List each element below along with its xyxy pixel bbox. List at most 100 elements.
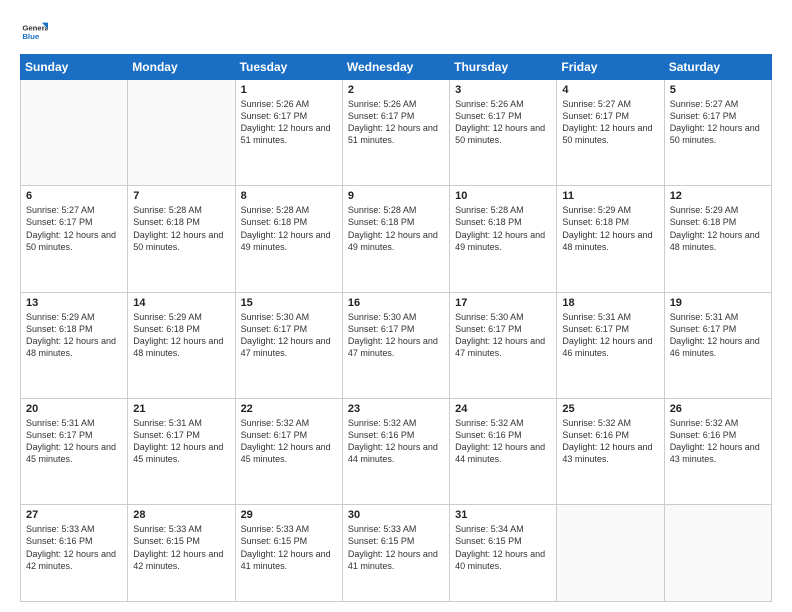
calendar-cell: 12 Sunrise: 5:29 AM Sunset: 6:18 PM Dayli… (664, 186, 771, 292)
calendar-cell: 21 Sunrise: 5:31 AM Sunset: 6:17 PM Dayli… (128, 398, 235, 504)
day-number: 19 (670, 297, 766, 309)
calendar-cell: 5 Sunrise: 5:27 AM Sunset: 6:17 PM Daylig… (664, 80, 771, 186)
day-number: 25 (562, 403, 658, 415)
day-number: 16 (348, 297, 444, 309)
day-number: 13 (26, 297, 122, 309)
calendar-cell: 27 Sunrise: 5:33 AM Sunset: 6:16 PM Dayli… (21, 505, 128, 602)
day-info: Sunrise: 5:27 AM Sunset: 6:17 PM Dayligh… (562, 98, 658, 147)
calendar-cell: 26 Sunrise: 5:32 AM Sunset: 6:16 PM Dayli… (664, 398, 771, 504)
day-number: 10 (455, 190, 551, 202)
day-number: 11 (562, 190, 658, 202)
day-info: Sunrise: 5:33 AM Sunset: 6:15 PM Dayligh… (133, 523, 229, 572)
day-info: Sunrise: 5:32 AM Sunset: 6:16 PM Dayligh… (348, 417, 444, 466)
day-info: Sunrise: 5:28 AM Sunset: 6:18 PM Dayligh… (455, 204, 551, 253)
day-number: 17 (455, 297, 551, 309)
calendar-cell: 13 Sunrise: 5:29 AM Sunset: 6:18 PM Dayli… (21, 292, 128, 398)
day-number: 4 (562, 84, 658, 96)
day-number: 24 (455, 403, 551, 415)
calendar-cell: 4 Sunrise: 5:27 AM Sunset: 6:17 PM Daylig… (557, 80, 664, 186)
calendar-cell (557, 505, 664, 602)
day-number: 3 (455, 84, 551, 96)
day-info: Sunrise: 5:31 AM Sunset: 6:17 PM Dayligh… (133, 417, 229, 466)
calendar-cell: 25 Sunrise: 5:32 AM Sunset: 6:16 PM Dayli… (557, 398, 664, 504)
day-info: Sunrise: 5:33 AM Sunset: 6:15 PM Dayligh… (241, 523, 337, 572)
calendar-cell: 14 Sunrise: 5:29 AM Sunset: 6:18 PM Dayli… (128, 292, 235, 398)
day-number: 31 (455, 509, 551, 521)
calendar-week-4: 20 Sunrise: 5:31 AM Sunset: 6:17 PM Dayli… (21, 398, 772, 504)
day-number: 18 (562, 297, 658, 309)
day-number: 2 (348, 84, 444, 96)
day-number: 7 (133, 190, 229, 202)
day-number: 1 (241, 84, 337, 96)
day-number: 22 (241, 403, 337, 415)
day-info: Sunrise: 5:26 AM Sunset: 6:17 PM Dayligh… (241, 98, 337, 147)
day-number: 26 (670, 403, 766, 415)
calendar-cell: 28 Sunrise: 5:33 AM Sunset: 6:15 PM Dayli… (128, 505, 235, 602)
day-info: Sunrise: 5:26 AM Sunset: 6:17 PM Dayligh… (455, 98, 551, 147)
day-info: Sunrise: 5:33 AM Sunset: 6:16 PM Dayligh… (26, 523, 122, 572)
day-number: 27 (26, 509, 122, 521)
day-number: 29 (241, 509, 337, 521)
calendar-cell: 24 Sunrise: 5:32 AM Sunset: 6:16 PM Dayli… (450, 398, 557, 504)
calendar-cell: 30 Sunrise: 5:33 AM Sunset: 6:15 PM Dayli… (342, 505, 449, 602)
day-number: 23 (348, 403, 444, 415)
day-number: 14 (133, 297, 229, 309)
day-number: 6 (26, 190, 122, 202)
day-info: Sunrise: 5:30 AM Sunset: 6:17 PM Dayligh… (455, 311, 551, 360)
day-info: Sunrise: 5:27 AM Sunset: 6:17 PM Dayligh… (26, 204, 122, 253)
calendar-cell: 9Sunrise: 5:28 AM Sunset: 6:18 PM Daylig… (342, 186, 449, 292)
day-number: 9 (348, 190, 444, 202)
day-info: Sunrise: 5:29 AM Sunset: 6:18 PM Dayligh… (133, 311, 229, 360)
day-info: Sunrise: 5:33 AM Sunset: 6:15 PM Dayligh… (348, 523, 444, 572)
calendar-cell: 3 Sunrise: 5:26 AM Sunset: 6:17 PM Daylig… (450, 80, 557, 186)
col-header-monday: Monday (128, 55, 235, 80)
day-info: Sunrise: 5:28 AM Sunset: 6:18 PM Dayligh… (133, 204, 229, 253)
calendar-week-1: 1 Sunrise: 5:26 AM Sunset: 6:17 PM Daylig… (21, 80, 772, 186)
day-number: 30 (348, 509, 444, 521)
day-number: 15 (241, 297, 337, 309)
calendar-week-3: 13 Sunrise: 5:29 AM Sunset: 6:18 PM Dayli… (21, 292, 772, 398)
day-info: Sunrise: 5:32 AM Sunset: 6:16 PM Dayligh… (670, 417, 766, 466)
day-info: Sunrise: 5:27 AM Sunset: 6:17 PM Dayligh… (670, 98, 766, 147)
calendar-cell (128, 80, 235, 186)
calendar-cell: 10 Sunrise: 5:28 AM Sunset: 6:18 PM Dayli… (450, 186, 557, 292)
page: General Blue SundayMondayTuesdayWednesda… (0, 0, 792, 612)
day-info: Sunrise: 5:31 AM Sunset: 6:17 PM Dayligh… (562, 311, 658, 360)
logo: General Blue (20, 18, 52, 46)
day-number: 5 (670, 84, 766, 96)
day-info: Sunrise: 5:26 AM Sunset: 6:17 PM Dayligh… (348, 98, 444, 147)
day-number: 21 (133, 403, 229, 415)
day-info: Sunrise: 5:30 AM Sunset: 6:17 PM Dayligh… (241, 311, 337, 360)
calendar-cell: 20Sunrise: 5:31 AM Sunset: 6:17 PM Dayli… (21, 398, 128, 504)
day-number: 20 (26, 403, 122, 415)
day-number: 28 (133, 509, 229, 521)
calendar-cell: 11 Sunrise: 5:29 AM Sunset: 6:18 PM Dayli… (557, 186, 664, 292)
day-info: Sunrise: 5:28 AM Sunset: 6:18 PM Dayligh… (241, 204, 337, 253)
col-header-friday: Friday (557, 55, 664, 80)
day-number: 12 (670, 190, 766, 202)
calendar-cell: 29 Sunrise: 5:33 AM Sunset: 6:15 PM Dayli… (235, 505, 342, 602)
calendar-cell: 19 Sunrise: 5:31 AM Sunset: 6:17 PM Dayli… (664, 292, 771, 398)
calendar-cell (21, 80, 128, 186)
calendar-cell: 16 Sunrise: 5:30 AM Sunset: 6:17 PM Dayli… (342, 292, 449, 398)
logo-icon: General Blue (20, 18, 48, 46)
col-header-thursday: Thursday (450, 55, 557, 80)
day-info: Sunrise: 5:29 AM Sunset: 6:18 PM Dayligh… (670, 204, 766, 253)
calendar-cell: 6 Sunrise: 5:27 AM Sunset: 6:17 PM Daylig… (21, 186, 128, 292)
calendar-cell: 2 Sunrise: 5:26 AM Sunset: 6:17 PM Daylig… (342, 80, 449, 186)
calendar-cell: 8Sunrise: 5:28 AM Sunset: 6:18 PM Daylig… (235, 186, 342, 292)
calendar-cell: 17 Sunrise: 5:30 AM Sunset: 6:17 PM Dayli… (450, 292, 557, 398)
day-info: Sunrise: 5:29 AM Sunset: 6:18 PM Dayligh… (26, 311, 122, 360)
calendar-cell: 18 Sunrise: 5:31 AM Sunset: 6:17 PM Dayli… (557, 292, 664, 398)
calendar-header-row: SundayMondayTuesdayWednesdayThursdayFrid… (21, 55, 772, 80)
header: General Blue (20, 18, 772, 46)
day-info: Sunrise: 5:30 AM Sunset: 6:17 PM Dayligh… (348, 311, 444, 360)
col-header-saturday: Saturday (664, 55, 771, 80)
day-info: Sunrise: 5:31 AM Sunset: 6:17 PM Dayligh… (670, 311, 766, 360)
col-header-wednesday: Wednesday (342, 55, 449, 80)
calendar-cell: 1 Sunrise: 5:26 AM Sunset: 6:17 PM Daylig… (235, 80, 342, 186)
svg-text:Blue: Blue (22, 32, 40, 41)
day-info: Sunrise: 5:29 AM Sunset: 6:18 PM Dayligh… (562, 204, 658, 253)
day-info: Sunrise: 5:32 AM Sunset: 6:16 PM Dayligh… (562, 417, 658, 466)
day-info: Sunrise: 5:32 AM Sunset: 6:16 PM Dayligh… (455, 417, 551, 466)
